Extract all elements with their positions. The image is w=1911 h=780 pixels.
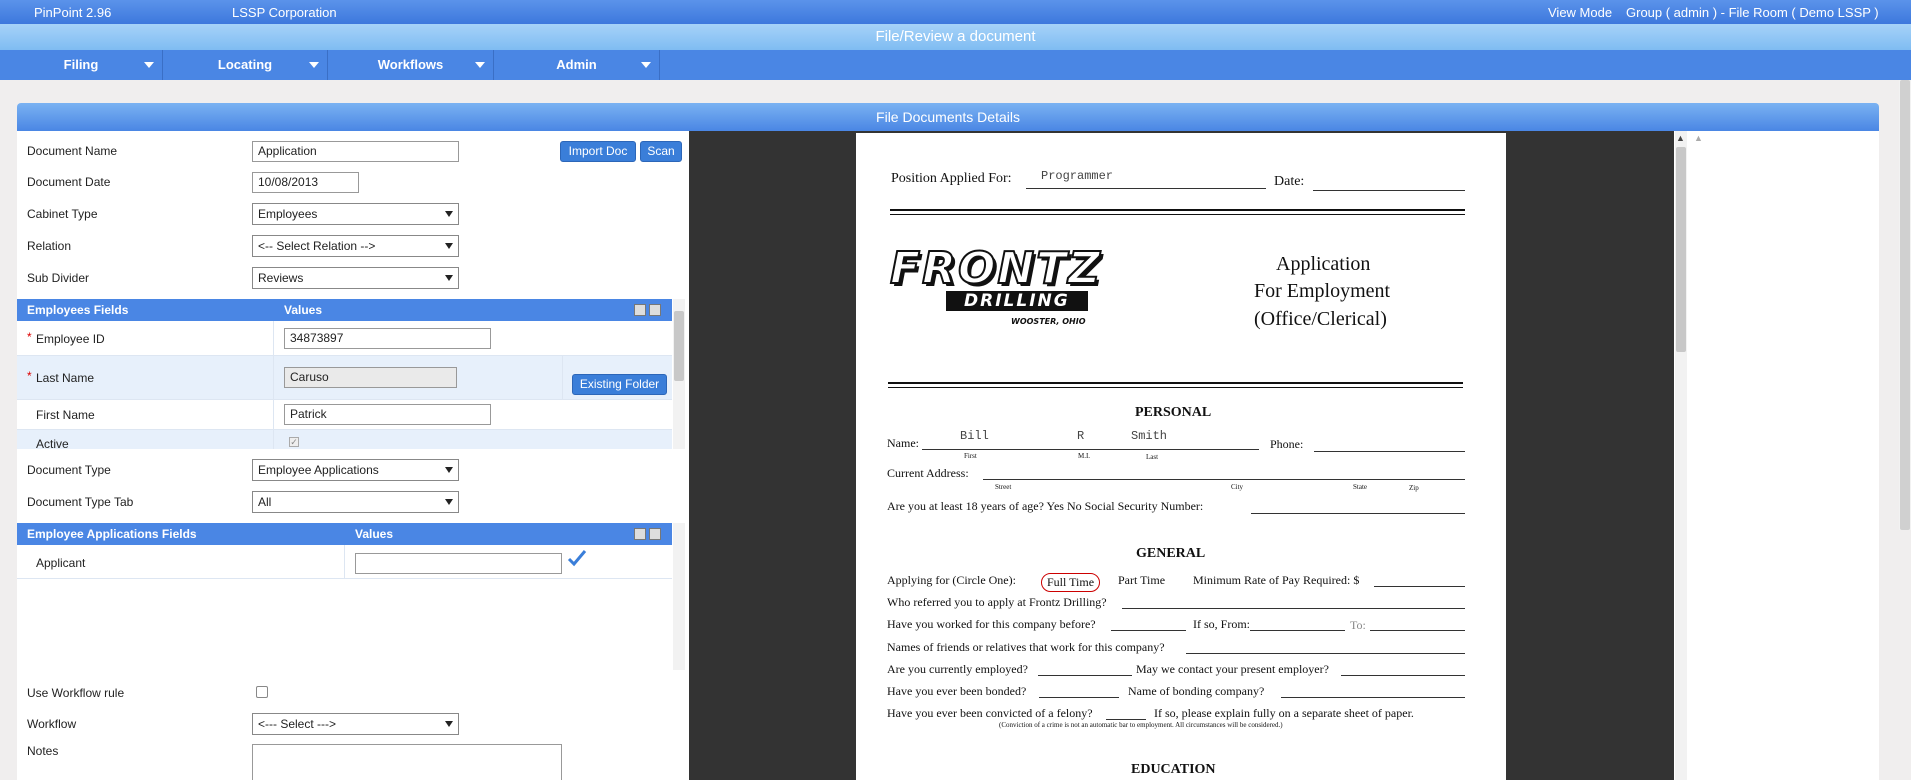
page-scrollbar[interactable]: [1899, 80, 1911, 530]
applications-grid-body: Applicant: [17, 545, 672, 670]
relation-select[interactable]: <-- Select Relation -->: [252, 235, 459, 257]
document-date-input[interactable]: 10/08/2013: [252, 172, 359, 193]
chevron-down-icon: [144, 62, 154, 68]
right-rail: ▲ ▲: [1674, 131, 1879, 780]
workflow-select[interactable]: <--- Select --->: [252, 713, 459, 735]
use-workflow-label: Use Workflow rule: [27, 686, 125, 700]
document-viewer[interactable]: Position Applied For: Programmer Date: F…: [689, 131, 1674, 780]
employee-id-input[interactable]: 34873897: [284, 328, 491, 349]
page-title: File/Review a document: [0, 24, 1911, 50]
scroll-up-icon[interactable]: ▲: [1676, 133, 1685, 143]
applicant-input[interactable]: [355, 553, 562, 574]
table-row: First Name Patrick: [17, 400, 672, 430]
dropdown-arrow-icon: [445, 211, 453, 217]
applications-grid-scrollbar[interactable]: [673, 523, 685, 670]
scan-button[interactable]: Scan: [640, 141, 682, 162]
document-type-select[interactable]: Employee Applications: [252, 459, 459, 481]
applications-grid-header: Employee Applications Fields Values: [17, 523, 672, 545]
company-name: LSSP Corporation: [232, 5, 337, 20]
main-menu: Filing Locating Workflows Admin: [0, 50, 1911, 80]
first-name-input[interactable]: Patrick: [284, 404, 491, 425]
active-checkbox[interactable]: ✓: [289, 437, 299, 447]
minimize-icon[interactable]: [634, 528, 646, 540]
menu-admin[interactable]: Admin: [494, 50, 660, 80]
document-type-tab-label: Document Type Tab: [27, 495, 134, 509]
workflow-label: Workflow: [27, 717, 77, 731]
menu-filing[interactable]: Filing: [0, 50, 163, 80]
notes-label: Notes: [27, 744, 59, 758]
document-date-label: Document Date: [27, 175, 111, 189]
relation-label: Relation: [27, 239, 72, 253]
document-form: Document Name Application Import Doc Sca…: [17, 131, 689, 780]
chevron-down-icon: [309, 62, 319, 68]
minimize-icon[interactable]: [634, 304, 646, 316]
last-name-input[interactable]: Caruso: [284, 367, 457, 388]
top-bar: PinPoint 2.96 LSSP Corporation View Mode…: [0, 0, 1911, 24]
sub-divider-label: Sub Divider: [27, 271, 90, 285]
employees-grid-header: Employees Fields Values: [17, 299, 672, 321]
dropdown-arrow-icon: [445, 467, 453, 473]
employees-grid-body: * Employee ID 34873897 * Last Name Carus…: [17, 321, 672, 449]
full-time-circled: Full Time: [1041, 573, 1101, 592]
restore-icon[interactable]: [649, 528, 661, 540]
document-type-label: Document Type: [27, 463, 111, 477]
document-name-label: Document Name: [27, 144, 118, 158]
scroll-up-icon[interactable]: ▲: [1694, 133, 1703, 143]
dropdown-arrow-icon: [445, 499, 453, 505]
document-type-tab-select[interactable]: All: [252, 491, 459, 513]
employees-grid-scrollbar[interactable]: [673, 299, 685, 449]
chevron-down-icon: [475, 62, 485, 68]
viewer-scrollbar[interactable]: [1675, 131, 1687, 780]
use-workflow-checkbox[interactable]: [256, 686, 268, 698]
app-version: PinPoint 2.96: [34, 5, 112, 20]
panel-title: File Documents Details: [17, 103, 1879, 131]
menu-locating[interactable]: Locating: [163, 50, 328, 80]
existing-folder-button[interactable]: Existing Folder: [572, 374, 667, 395]
table-row: * Employee ID 34873897: [17, 321, 672, 356]
restore-icon[interactable]: [649, 304, 661, 316]
cabinet-type-label: Cabinet Type: [27, 207, 98, 221]
document-page: Position Applied For: Programmer Date: F…: [856, 133, 1506, 780]
notes-textarea[interactable]: [252, 744, 562, 780]
dropdown-arrow-icon: [445, 275, 453, 281]
import-doc-button[interactable]: Import Doc: [560, 141, 636, 162]
sub-divider-select[interactable]: Reviews: [252, 267, 459, 289]
cabinet-type-select[interactable]: Employees: [252, 203, 459, 225]
dropdown-arrow-icon: [445, 243, 453, 249]
group-context: Group ( admin ) - File Room ( Demo LSSP …: [1626, 5, 1879, 20]
chevron-down-icon: [641, 62, 651, 68]
menu-workflows[interactable]: Workflows: [328, 50, 494, 80]
view-mode-link[interactable]: View Mode: [1548, 5, 1612, 20]
table-row: * Last Name Caruso Existing Folder: [17, 356, 672, 400]
dropdown-arrow-icon: [445, 721, 453, 727]
table-row: Active ✓: [17, 430, 672, 449]
checkmark-icon[interactable]: [567, 549, 587, 567]
document-name-input[interactable]: Application: [252, 141, 459, 162]
